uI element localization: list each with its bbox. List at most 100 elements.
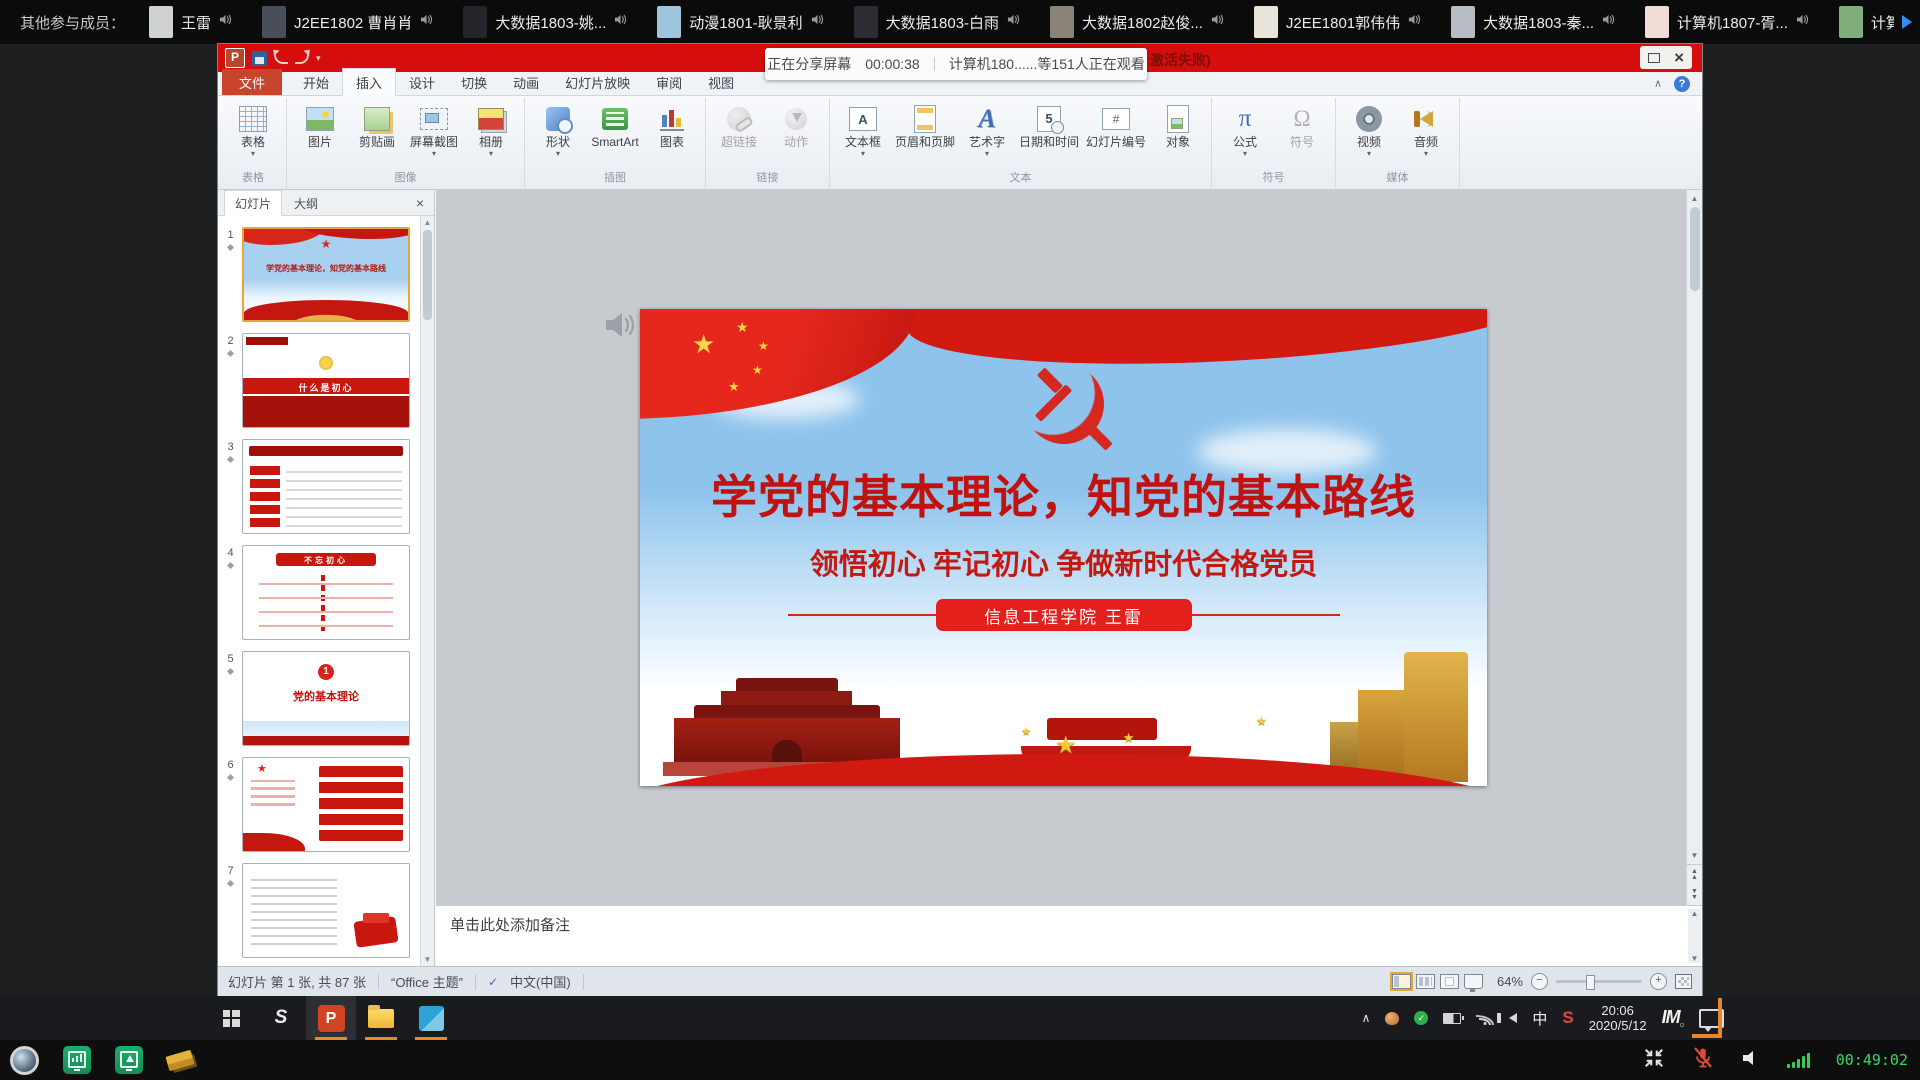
- participant-chip[interactable]: 大数据1803-秦...: [1451, 6, 1615, 38]
- scroll-down-icon[interactable]: ▼: [1691, 847, 1699, 864]
- tab-outline[interactable]: 大纲: [284, 191, 328, 215]
- ribbon-button[interactable]: 表格▾: [225, 102, 281, 158]
- ribbon-tab[interactable]: 设计: [396, 69, 448, 95]
- slide-audio-icon[interactable]: [604, 310, 638, 345]
- participant-chip[interactable]: 大数据1803-姚...: [463, 6, 627, 38]
- taskbar-app-explorer[interactable]: [356, 996, 406, 1040]
- scroll-up-icon[interactable]: ▲: [421, 218, 434, 227]
- scroll-up-icon[interactable]: ▲: [1691, 190, 1699, 207]
- collapse-icon[interactable]: [1643, 1047, 1665, 1074]
- language-indicator[interactable]: 中文(中国): [510, 972, 571, 991]
- panel-scrollbar[interactable]: ▲ ▼: [420, 216, 434, 966]
- zoom-slider[interactable]: [1556, 980, 1642, 983]
- ribbon-button[interactable]: 相册▾: [463, 102, 519, 158]
- ribbon-button[interactable]: 对象: [1150, 102, 1206, 151]
- ribbon-button[interactable]: 页眉和页脚: [892, 102, 958, 151]
- ribbon-button[interactable]: 音频▾: [1398, 102, 1454, 158]
- ribbon-tab[interactable]: 幻灯片放映: [552, 69, 643, 95]
- ribbon-button[interactable]: 日期和时间: [1016, 102, 1082, 151]
- previous-slide-button[interactable]: ▲▲: [1691, 865, 1698, 885]
- ribbon-button[interactable]: 图片: [292, 102, 348, 151]
- zoom-slider-thumb[interactable]: [1586, 975, 1595, 990]
- slide-thumbnail[interactable]: 不忘初心: [242, 545, 410, 640]
- tab-slides[interactable]: 幻灯片: [224, 190, 282, 216]
- slide-1-editor[interactable]: ★ ★ ★ ★ ★ 学党的基本理论，知党的基本路线 领悟初心 牢记初心 争做新时…: [640, 309, 1487, 786]
- share-stats-icon[interactable]: [63, 1046, 91, 1074]
- ribbon-button[interactable]: 艺术字▾: [959, 102, 1015, 158]
- participant-chip[interactable]: J2EE1801郭伟伟: [1254, 6, 1421, 38]
- notes-placeholder[interactable]: 单击此处添加备注: [450, 914, 570, 935]
- ribbon-button[interactable]: 剪贴画: [349, 102, 405, 151]
- next-slide-button[interactable]: ▼▼: [1691, 885, 1698, 905]
- input-language-indicator[interactable]: 中: [1532, 1008, 1547, 1029]
- scroll-down-icon[interactable]: ▼: [421, 955, 434, 964]
- participant-chip[interactable]: 动漫1801-耿景利: [657, 6, 823, 38]
- slideshow-view-button[interactable]: [1464, 974, 1483, 989]
- scroll-up-icon[interactable]: ▲: [1691, 909, 1699, 918]
- scroll-down-icon[interactable]: ▼: [1691, 954, 1699, 963]
- microphone-muted-icon[interactable]: [1691, 1046, 1715, 1075]
- ribbon-button[interactable]: 公式▾: [1217, 102, 1273, 158]
- ribbon-button[interactable]: 形状▾: [530, 102, 586, 158]
- scrollbar-thumb[interactable]: [1690, 207, 1700, 291]
- slide-canvas[interactable]: ★ ★ ★ ★ ★ 学党的基本理论，知党的基本路线 领悟初心 牢记初心 争做新时…: [436, 190, 1686, 905]
- ribbon-button[interactable]: 幻灯片编号: [1083, 102, 1149, 151]
- ribbon-button[interactable]: 符号: [1274, 102, 1330, 151]
- save-icon[interactable]: [252, 51, 267, 66]
- quick-access-dropdown-icon[interactable]: ▾: [316, 53, 321, 64]
- share-screen-icon[interactable]: [115, 1046, 143, 1074]
- tray-expand-icon[interactable]: ∧: [1362, 1011, 1371, 1025]
- vertical-scrollbar[interactable]: ▲ ▼ ▲▲ ▼▼: [1686, 190, 1702, 905]
- normal-view-button[interactable]: [1392, 974, 1411, 989]
- ribbon-button[interactable]: 图表: [644, 102, 700, 151]
- tray-antivirus-icon[interactable]: ✓: [1414, 1011, 1428, 1025]
- ribbon-button[interactable]: 超链接: [711, 102, 767, 151]
- camera-lens-icon[interactable]: [10, 1046, 39, 1075]
- screen-share-banner[interactable]: 正在分享屏幕 00:00:38 计算机180......等151人正在观看: [765, 48, 1147, 80]
- restore-window-icon[interactable]: [1648, 53, 1660, 63]
- speaker-icon[interactable]: [1741, 1049, 1761, 1072]
- help-icon[interactable]: ?: [1674, 76, 1690, 92]
- ribbon-tab[interactable]: 文件: [222, 69, 282, 95]
- tray-pet-icon[interactable]: [1385, 1012, 1399, 1025]
- redo-icon[interactable]: [295, 53, 309, 64]
- ribbon-button[interactable]: 屏幕截图▾: [406, 102, 462, 158]
- zoom-out-button[interactable]: −: [1531, 973, 1548, 990]
- taskbar-app-input[interactable]: S: [256, 996, 306, 1040]
- ribbon-tab[interactable]: 动画: [500, 69, 552, 95]
- ribbon-tab[interactable]: 审阅: [643, 69, 695, 95]
- close-panel-icon[interactable]: ×: [412, 195, 428, 211]
- ribbon-tab[interactable]: 切换: [448, 69, 500, 95]
- volume-icon[interactable]: [1509, 1013, 1517, 1023]
- slide-sorter-view-button[interactable]: [1416, 974, 1435, 989]
- fit-to-window-button[interactable]: [1675, 974, 1692, 989]
- undo-icon[interactable]: [274, 53, 288, 64]
- battery-icon[interactable]: [1443, 1013, 1461, 1024]
- slide-thumbnail[interactable]: 什么是初心: [242, 333, 410, 428]
- slide-thumbnail[interactable]: [242, 757, 410, 852]
- ribbon-tab[interactable]: 开始: [290, 69, 342, 95]
- close-window-icon[interactable]: ×: [1674, 49, 1684, 66]
- slide-thumbnail[interactable]: [242, 863, 410, 958]
- expand-participants-icon[interactable]: [1902, 15, 1912, 29]
- ribbon-button[interactable]: 文本框▾: [835, 102, 891, 158]
- slide-thumbnail[interactable]: 学党的基本理论，知党的基本路线: [242, 227, 410, 322]
- ribbon-tab[interactable]: 插入: [342, 68, 396, 96]
- reading-view-button[interactable]: [1440, 974, 1459, 989]
- participant-chip[interactable]: 计算机1807-王...: [1839, 6, 1894, 38]
- collapse-ribbon-icon[interactable]: ∧: [1654, 77, 1662, 90]
- notes-scrollbar[interactable]: ▲▼: [1688, 909, 1701, 963]
- participant-chip[interactable]: J2EE1802 曹肖肖: [262, 6, 433, 38]
- taskbar-clock[interactable]: 20:06 2020/5/12: [1589, 1003, 1647, 1033]
- slide-thumbnail[interactable]: 1党的基本理论: [242, 651, 410, 746]
- wifi-icon[interactable]: [1476, 1012, 1494, 1025]
- slide-thumbnail[interactable]: [242, 439, 410, 534]
- ribbon-tab[interactable]: 视图: [695, 69, 747, 95]
- participant-chip[interactable]: 大数据1802赵俊...: [1050, 6, 1224, 38]
- ribbon-button[interactable]: SmartArt: [587, 102, 643, 151]
- zoom-in-button[interactable]: +: [1650, 973, 1667, 990]
- annotate-eraser-icon[interactable]: [165, 1049, 194, 1071]
- participant-chip[interactable]: 计算机1807-胥...: [1645, 6, 1809, 38]
- ribbon-button[interactable]: 视频▾: [1341, 102, 1397, 158]
- participant-chip[interactable]: 大数据1803-白雨: [854, 6, 1020, 38]
